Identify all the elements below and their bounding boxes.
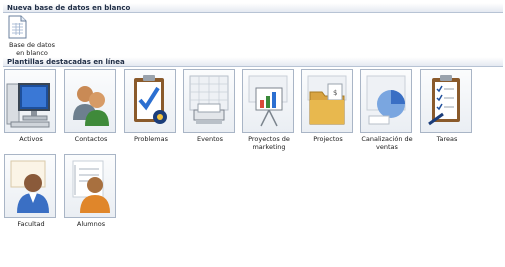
template-label: Problemas bbox=[134, 135, 168, 143]
folder-icon: $ bbox=[301, 69, 353, 133]
template-label: Eventos bbox=[197, 135, 223, 143]
pie-chart-icon bbox=[360, 69, 412, 133]
template-label: Alumnos bbox=[76, 220, 106, 228]
template-label: Projectos bbox=[313, 135, 343, 143]
template-tile-eventos[interactable]: Eventos bbox=[183, 69, 237, 144]
task-clipboard-icon bbox=[420, 69, 472, 133]
computer-monitor-icon bbox=[4, 69, 56, 133]
blank-database-icon bbox=[6, 15, 58, 39]
template-tile-problemas[interactable]: Problemas bbox=[124, 69, 178, 144]
template-tile-contactos[interactable]: Contactos bbox=[64, 69, 118, 144]
template-tile-ventas[interactable]: Canalización de ventas bbox=[360, 69, 414, 151]
template-tile-marketing[interactable]: Proyectos de marketing bbox=[242, 69, 296, 151]
template-label: Facultad bbox=[17, 220, 45, 228]
template-label: Activos bbox=[19, 135, 43, 143]
template-tile-projectos[interactable]: $ Projectos bbox=[301, 69, 355, 144]
student-icon bbox=[64, 154, 116, 218]
teacher-icon bbox=[4, 154, 56, 218]
template-tile-tareas[interactable]: Tareas bbox=[420, 69, 474, 144]
template-label: Proyectos de marketing bbox=[248, 135, 290, 151]
section-header-featured: Plantillas destacadas en línea bbox=[3, 57, 503, 67]
template-tile-activos[interactable]: Activos bbox=[4, 69, 58, 144]
presentation-chart-icon bbox=[242, 69, 294, 133]
clipboard-check-icon bbox=[124, 69, 176, 133]
blank-database-label: Base de datos en blanco bbox=[8, 41, 56, 57]
calendar-icon bbox=[183, 69, 235, 133]
template-label: Canalización de ventas bbox=[361, 135, 413, 151]
template-tile-alumnos[interactable]: Alumnos bbox=[64, 154, 118, 229]
template-label: Contactos bbox=[74, 135, 108, 143]
section-header-new-blank: Nueva base de datos en blanco bbox=[3, 3, 503, 13]
blank-database-tile[interactable]: Base de datos en blanco bbox=[6, 15, 58, 57]
svg-text:$: $ bbox=[333, 89, 337, 97]
template-label: Tareas bbox=[436, 135, 458, 143]
template-tile-facultad[interactable]: Facultad bbox=[4, 154, 58, 229]
people-icon bbox=[64, 69, 116, 133]
